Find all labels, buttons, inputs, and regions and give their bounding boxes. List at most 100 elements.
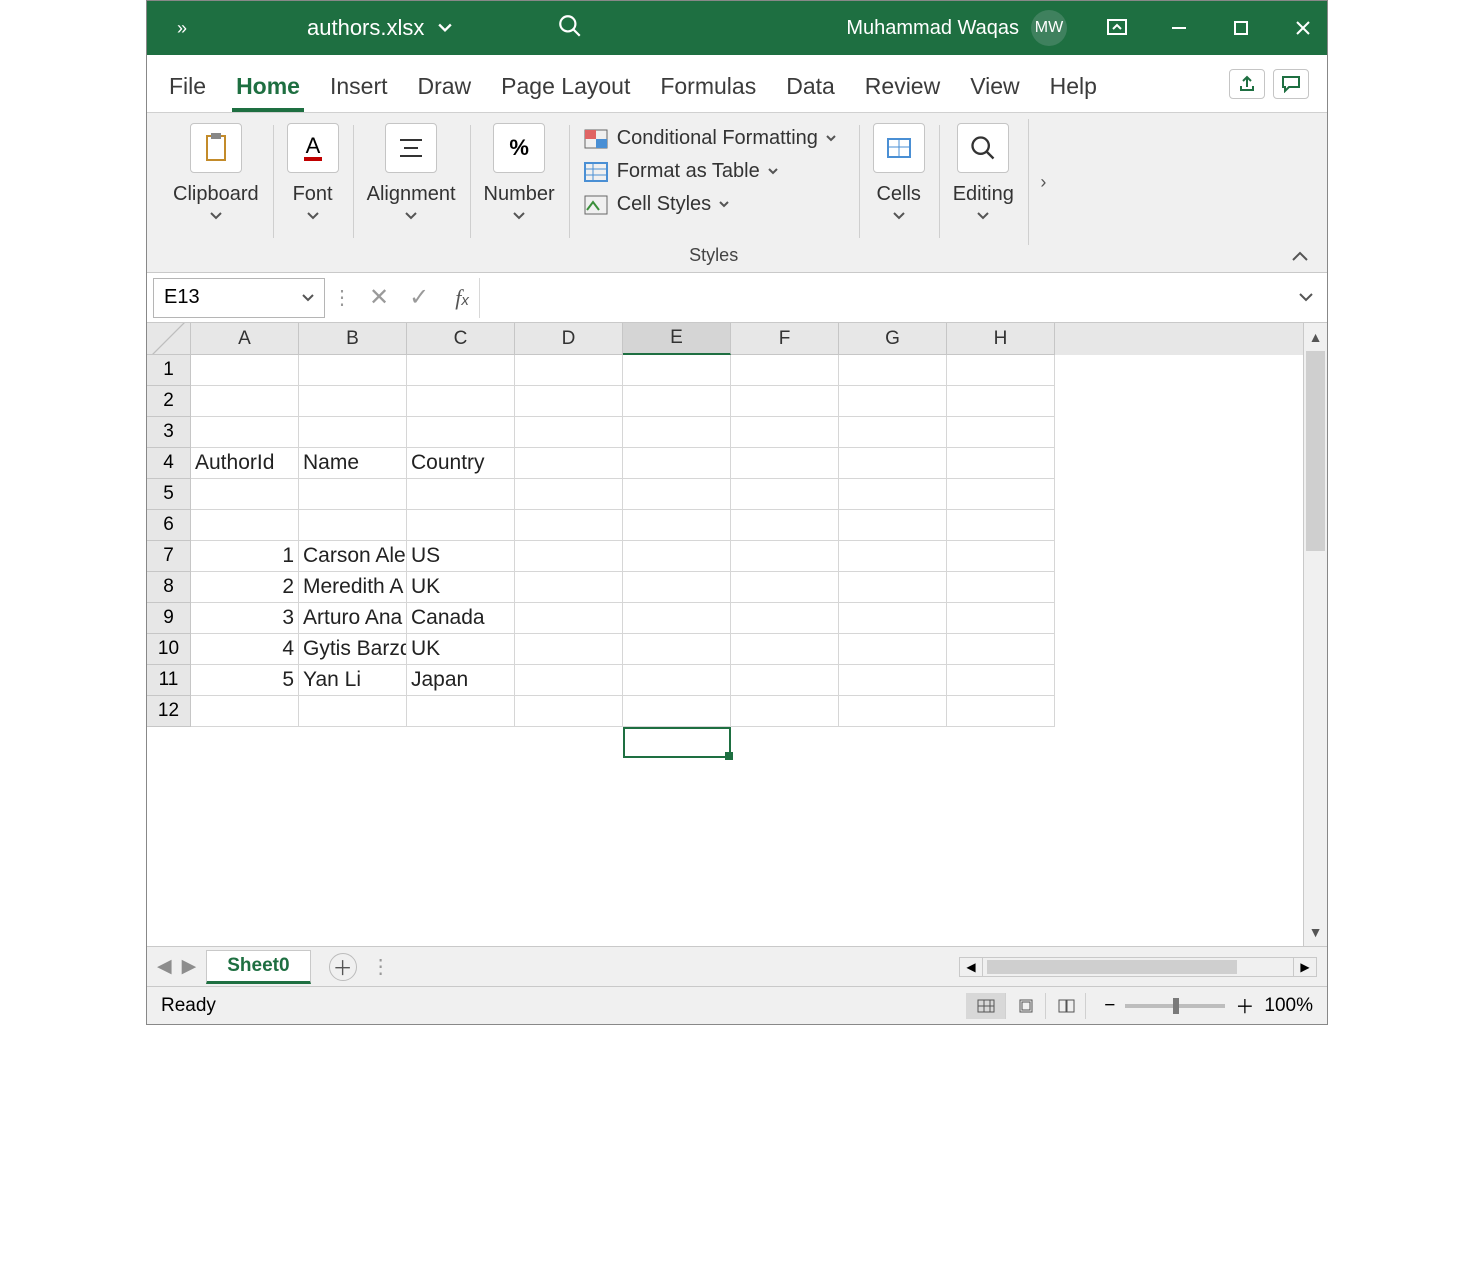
cell-B8[interactable]: Meredith A <box>299 572 407 603</box>
ribbon-overflow-button[interactable]: › <box>1028 119 1058 245</box>
cell-A5[interactable] <box>191 479 299 510</box>
scroll-down-arrow[interactable]: ▼ <box>1304 918 1327 946</box>
cell-F12[interactable] <box>731 696 839 727</box>
sheet-tab[interactable]: Sheet0 <box>206 950 310 984</box>
cell-G9[interactable] <box>839 603 947 634</box>
cell-C12[interactable] <box>407 696 515 727</box>
cell-F7[interactable] <box>731 541 839 572</box>
cell-G3[interactable] <box>839 417 947 448</box>
cell-D6[interactable] <box>515 510 623 541</box>
row-header-8[interactable]: 8 <box>147 572 191 603</box>
cell-C7[interactable]: US <box>407 541 515 572</box>
cell-D7[interactable] <box>515 541 623 572</box>
cell-H12[interactable] <box>947 696 1055 727</box>
cell-D3[interactable] <box>515 417 623 448</box>
cell-G7[interactable] <box>839 541 947 572</box>
name-box[interactable]: E13 <box>153 278 325 318</box>
tab-data[interactable]: Data <box>782 67 839 112</box>
cell-B3[interactable] <box>299 417 407 448</box>
col-header-D[interactable]: D <box>515 323 623 355</box>
cell-B5[interactable] <box>299 479 407 510</box>
formula-input[interactable] <box>479 278 1285 318</box>
cell-A1[interactable] <box>191 355 299 386</box>
row-header-9[interactable]: 9 <box>147 603 191 634</box>
vertical-scrollbar[interactable]: ▲ ▼ <box>1303 323 1327 946</box>
expand-formula-bar-icon[interactable] <box>1285 289 1327 307</box>
cell-E8[interactable] <box>623 572 731 603</box>
zoom-out-button[interactable]: − <box>1104 995 1115 1017</box>
cell-H9[interactable] <box>947 603 1055 634</box>
close-button[interactable] <box>1289 14 1317 42</box>
row-header-3[interactable]: 3 <box>147 417 191 448</box>
cell-E11[interactable] <box>623 665 731 696</box>
chevron-down-icon[interactable] <box>977 212 989 220</box>
cell-G8[interactable] <box>839 572 947 603</box>
col-header-B[interactable]: B <box>299 323 407 355</box>
scroll-up-arrow[interactable]: ▲ <box>1304 323 1327 351</box>
format-as-table-button[interactable]: Format as Table <box>583 158 836 185</box>
page-break-button[interactable] <box>1046 993 1086 1019</box>
row-header-12[interactable]: 12 <box>147 696 191 727</box>
conditional-formatting-button[interactable]: Conditional Formatting <box>583 125 836 152</box>
enter-button[interactable]: ✓ <box>409 283 429 312</box>
tab-review[interactable]: Review <box>861 67 944 112</box>
tab-file[interactable]: File <box>165 67 210 112</box>
share-button[interactable] <box>1229 69 1265 99</box>
cell-A11[interactable]: 5 <box>191 665 299 696</box>
prev-sheet-button[interactable]: ◀ <box>157 955 172 978</box>
fx-icon[interactable]: fx <box>445 285 479 311</box>
cell-D9[interactable] <box>515 603 623 634</box>
chevron-down-icon[interactable] <box>893 212 905 220</box>
cell-H2[interactable] <box>947 386 1055 417</box>
row-header-4[interactable]: 4 <box>147 448 191 479</box>
scroll-right-arrow[interactable]: ▶ <box>1293 957 1317 977</box>
page-layout-button[interactable] <box>1006 993 1046 1019</box>
cell-C4[interactable]: Country <box>407 448 515 479</box>
editing-button[interactable] <box>957 123 1009 173</box>
cell-H1[interactable] <box>947 355 1055 386</box>
cell-F2[interactable] <box>731 386 839 417</box>
scroll-thumb[interactable] <box>1306 351 1325 551</box>
collapse-ribbon-icon[interactable] <box>1291 250 1309 262</box>
cell-B6[interactable] <box>299 510 407 541</box>
account-button[interactable]: Muhammad Waqas MW <box>846 10 1067 46</box>
cell-A10[interactable]: 4 <box>191 634 299 665</box>
cell-H5[interactable] <box>947 479 1055 510</box>
scroll-left-arrow[interactable]: ◀ <box>959 957 983 977</box>
chevron-down-icon[interactable] <box>513 212 525 220</box>
cell-E2[interactable] <box>623 386 731 417</box>
number-button[interactable]: % <box>493 123 545 173</box>
row-header-1[interactable]: 1 <box>147 355 191 386</box>
row-header-7[interactable]: 7 <box>147 541 191 572</box>
cell-F11[interactable] <box>731 665 839 696</box>
cell-B12[interactable] <box>299 696 407 727</box>
font-button[interactable]: A <box>287 123 339 173</box>
cell-C1[interactable] <box>407 355 515 386</box>
cell-G2[interactable] <box>839 386 947 417</box>
cell-H8[interactable] <box>947 572 1055 603</box>
cell-F5[interactable] <box>731 479 839 510</box>
row-header-10[interactable]: 10 <box>147 634 191 665</box>
cells-button[interactable] <box>873 123 925 173</box>
cell-H4[interactable] <box>947 448 1055 479</box>
cell-E7[interactable] <box>623 541 731 572</box>
row-header-6[interactable]: 6 <box>147 510 191 541</box>
col-header-F[interactable]: F <box>731 323 839 355</box>
tab-home[interactable]: Home <box>232 67 304 112</box>
chevron-down-icon[interactable] <box>210 212 222 220</box>
chevron-down-icon[interactable] <box>405 212 417 220</box>
cell-D10[interactable] <box>515 634 623 665</box>
tab-view[interactable]: View <box>966 67 1023 112</box>
cell-D1[interactable] <box>515 355 623 386</box>
cancel-button[interactable]: ✕ <box>369 283 389 312</box>
comments-button[interactable] <box>1273 69 1309 99</box>
cell-A9[interactable]: 3 <box>191 603 299 634</box>
zoom-slider[interactable] <box>1125 1004 1225 1008</box>
ribbon-display-options-icon[interactable] <box>1103 14 1131 42</box>
zoom-in-button[interactable]: ＋ <box>1235 992 1254 1019</box>
select-all-corner[interactable] <box>147 323 191 355</box>
cell-D5[interactable] <box>515 479 623 510</box>
cell-F10[interactable] <box>731 634 839 665</box>
cell-C2[interactable] <box>407 386 515 417</box>
cell-E5[interactable] <box>623 479 731 510</box>
